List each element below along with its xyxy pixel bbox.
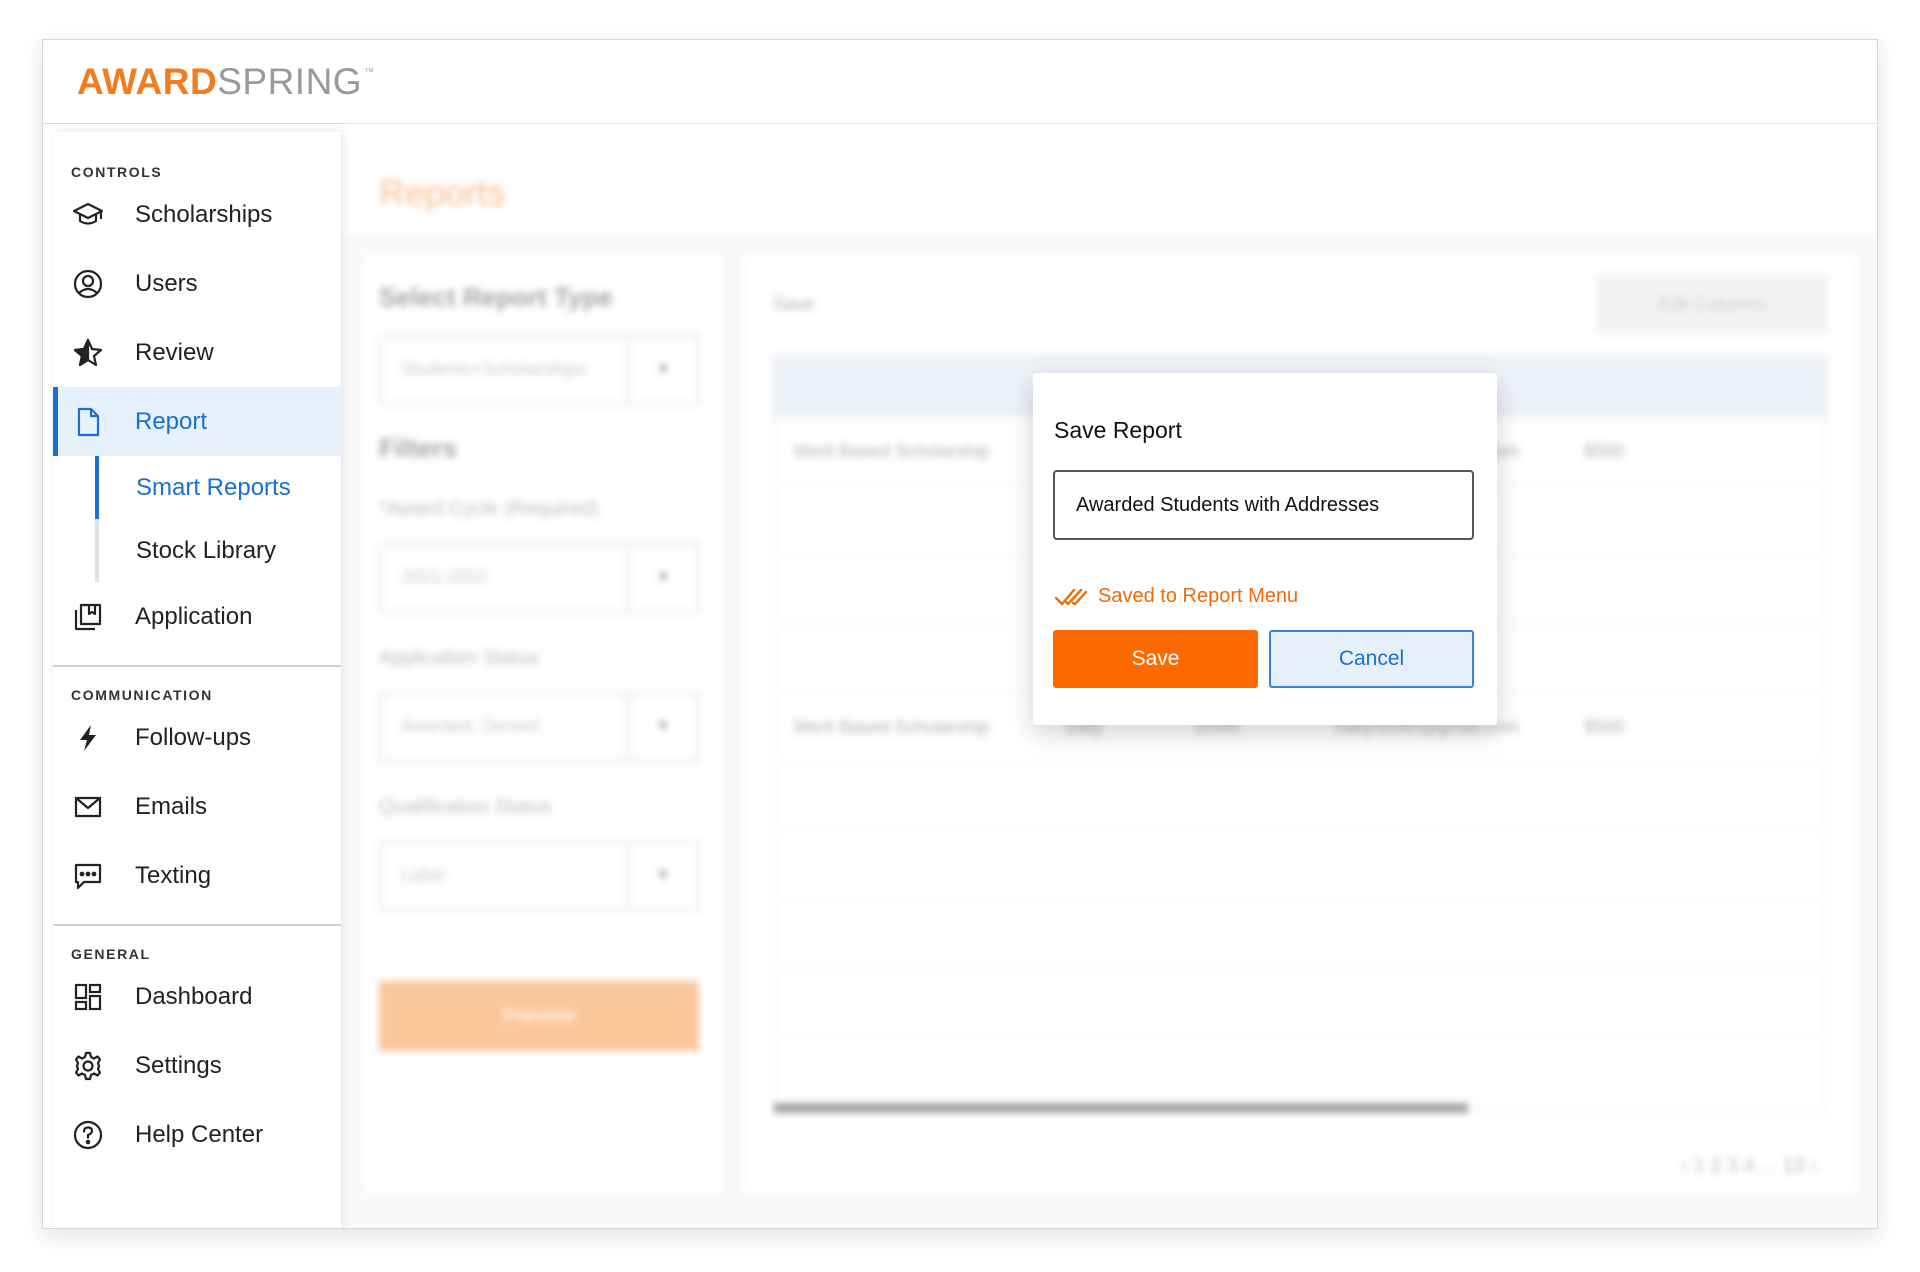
logo-trademark: ™	[364, 66, 375, 78]
cell-scholarship: Merit Based Scholarship	[794, 717, 990, 737]
sidebar-subitem-smart-reports[interactable]: Smart Reports	[53, 456, 341, 519]
logo-award-text: AWARD	[77, 60, 218, 102]
chevron-down-icon: ▼	[627, 337, 697, 403]
award-cycle-label: *Award Cycle (Required)	[379, 498, 599, 520]
sidebar-subitem-stock-library[interactable]: Stock Library	[53, 519, 341, 582]
report-name-input[interactable]	[1053, 470, 1474, 540]
horizontal-scrollbar[interactable]	[774, 1103, 1469, 1113]
chat-bubble-icon	[71, 859, 105, 893]
logo-spring-text: SPRING	[217, 60, 363, 102]
sidebar-item-label: Settings	[135, 1051, 222, 1079]
sidebar-item-review[interactable]: Review	[53, 318, 341, 387]
table-row[interactable]	[774, 762, 1826, 831]
table-row[interactable]	[774, 900, 1826, 969]
sidebar-item-label: Report	[135, 407, 208, 435]
application-icon	[71, 600, 105, 634]
envelope-icon	[71, 790, 105, 824]
sidebar-item-application[interactable]: Application	[53, 582, 341, 651]
graduation-cap-icon	[71, 198, 105, 232]
awardspring-logo[interactable]: AWARD SPRING ™	[77, 61, 375, 103]
sidebar-item-report[interactable]: Report	[53, 387, 341, 456]
sidebar-item-users[interactable]: Users	[53, 249, 341, 318]
top-bar: AWARD SPRING ™	[43, 40, 1877, 124]
application-status-label: Application Status	[379, 647, 540, 669]
sidebar-item-scholarships[interactable]: Scholarships	[53, 180, 341, 249]
application-status-value: Awarded, Denied	[401, 716, 539, 736]
sidebar-item-label: Dashboard	[135, 982, 253, 1010]
qualification-status-select[interactable]: Label ▼	[379, 841, 699, 911]
sidebar-item-label: Application	[135, 602, 253, 630]
sidebar-item-dashboard[interactable]: Dashboard	[53, 962, 341, 1031]
cancel-button[interactable]: Cancel	[1269, 630, 1474, 688]
gear-icon	[71, 1049, 105, 1083]
sidebar-item-emails[interactable]: Emails	[53, 772, 341, 841]
document-icon	[71, 405, 105, 439]
save-button[interactable]: Save	[1053, 630, 1258, 688]
cell-scholarship: Merit Based Scholarship	[794, 441, 990, 461]
sidebar-item-label: Emails	[135, 792, 208, 820]
filters-heading: Filters	[379, 433, 458, 463]
section-label-controls: CONTROLS	[71, 164, 163, 180]
qualification-status-label: Qualification Status	[379, 796, 552, 818]
lightning-icon	[71, 721, 105, 755]
chevron-down-icon: ▼	[627, 694, 697, 760]
chevron-down-icon: ▼	[627, 545, 697, 611]
report-type-select[interactable]: Students+Scholarships ▼	[379, 335, 699, 405]
sidebar-item-label: Help Center	[135, 1120, 264, 1148]
dashboard-grid-icon	[71, 980, 105, 1014]
sidebar-item-followups[interactable]: Follow-ups	[53, 703, 341, 772]
sidebar-item-help-center[interactable]: Help Center	[53, 1100, 341, 1169]
table-row[interactable]	[774, 831, 1826, 900]
dialog-title: Save Report	[1054, 417, 1182, 443]
cell-amount: $500	[1584, 441, 1625, 461]
award-cycle-value: 2021-2022	[401, 567, 488, 587]
sidebar-item-label: Follow-ups	[135, 723, 252, 751]
report-filter-panel: Select Report Type Students+Scholarships…	[363, 254, 723, 1194]
question-circle-icon	[71, 1118, 105, 1152]
page-title: Reports	[379, 172, 506, 213]
page-title-bar	[343, 124, 1877, 234]
sidebar-item-settings[interactable]: Settings	[53, 1031, 341, 1100]
qualification-status-value: Label	[401, 865, 446, 885]
sidebar-divider	[53, 665, 341, 667]
save-status: Saved to Report Menu	[1054, 585, 1298, 608]
report-toolbar: Save Edit Columns	[773, 274, 1827, 334]
sidebar-item-label: Review	[135, 338, 214, 366]
preview-button[interactable]: Preview	[379, 981, 699, 1051]
cell-amount: $500	[1584, 717, 1625, 737]
star-icon	[71, 336, 105, 370]
section-label-general: GENERAL	[71, 946, 151, 962]
edit-columns-button[interactable]: Edit Columns	[1597, 274, 1827, 334]
award-cycle-select[interactable]: 2021-2022 ▼	[379, 543, 699, 613]
application-status-select[interactable]: Awarded, Denied ▼	[379, 692, 699, 762]
toolbar-save-label[interactable]: Save	[773, 294, 814, 315]
save-status-text: Saved to Report Menu	[1098, 585, 1299, 607]
table-row[interactable]	[774, 1038, 1826, 1107]
pagination[interactable]: ‹ 1 2 3 4 ... 13 ›	[1681, 1155, 1817, 1178]
sidebar-item-label: Texting	[135, 861, 212, 889]
sidebar-divider	[53, 924, 341, 926]
user-circle-icon	[71, 267, 105, 301]
sidebar-item-label: Scholarships	[135, 200, 273, 228]
sidebar: CONTROLS Scholarships Users Review Repor…	[53, 132, 341, 1228]
save-report-dialog: Save Report Saved to Report Menu Save Ca…	[1033, 373, 1497, 725]
table-row[interactable]	[774, 969, 1826, 1038]
chevron-down-icon: ▼	[627, 843, 697, 909]
double-check-icon	[1054, 588, 1088, 605]
section-label-communication: COMMUNICATION	[71, 687, 213, 703]
sidebar-item-label: Users	[135, 269, 198, 297]
sidebar-item-texting[interactable]: Texting	[53, 841, 341, 910]
report-type-value: Students+Scholarships	[401, 359, 586, 379]
app-window: AWARD SPRING ™ Reports Select Report Typ…	[42, 39, 1878, 1229]
select-report-type-heading: Select Report Type	[379, 282, 613, 312]
